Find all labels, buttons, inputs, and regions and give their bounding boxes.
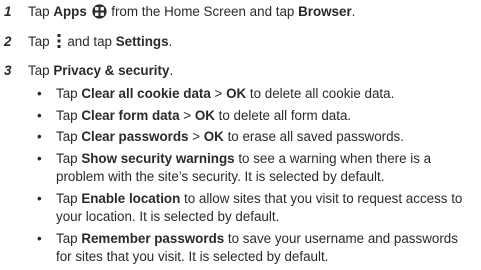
ok-label: OK — [226, 86, 247, 101]
step-number: 3 — [4, 63, 12, 78]
step-text: Tap — [28, 34, 54, 49]
item-text: to delete all cookie data. — [246, 86, 395, 101]
ok-label: OK — [194, 107, 215, 123]
privacy-security-label: Privacy & security — [53, 63, 170, 78]
step-3: 3 Tap Privacy & security. — [0, 61, 481, 81]
apps-grid-icon — [91, 4, 107, 25]
item-text: Tap — [56, 86, 82, 101]
list-item: • Tap Clear all cookie data > OK to dele… — [0, 85, 481, 104]
item-text: to delete all form data. — [214, 107, 352, 123]
item-text: Tap — [56, 230, 82, 246]
list-item: • Tap Clear form data > OK to delete all… — [0, 107, 481, 126]
item-text: Tap — [56, 190, 82, 206]
ok-label: OK — [203, 129, 224, 144]
browser-label: Browser — [298, 4, 352, 19]
remember-passwords-label: Remember passwords — [81, 230, 225, 246]
step-number: 2 — [4, 34, 12, 49]
bullet-dot: • — [37, 230, 42, 246]
instructions-page: 1 Tap Apps from the Home Screen and tap … — [0, 2, 481, 270]
step-text: Tap — [28, 63, 54, 78]
bullet-dot: • — [37, 129, 42, 144]
bullet-dot: • — [37, 86, 42, 101]
item-text: Tap — [56, 129, 82, 144]
step-text: . — [169, 63, 174, 78]
clear-form-label: Clear form data — [81, 107, 180, 123]
bullet-dot: • — [37, 107, 42, 123]
step-1: 1 Tap Apps from the Home Screen and tap … — [0, 2, 481, 25]
enable-location-label: Enable location — [81, 190, 181, 206]
step-text: . — [168, 34, 173, 49]
clear-passwords-label: Clear passwords — [81, 129, 189, 144]
bullet-dot: • — [37, 190, 42, 206]
settings-label: Settings — [115, 34, 169, 49]
item-text: to erase all saved passwords. — [223, 129, 404, 144]
step-number: 1 — [4, 4, 12, 19]
item-text: > — [179, 107, 195, 123]
item-text: > — [210, 86, 227, 101]
list-item: • Tap Show security warnings to see a wa… — [0, 150, 481, 187]
list-item: • Tap Enable location to allow sites tha… — [0, 190, 481, 227]
step-text: and tap — [67, 34, 116, 49]
clear-cookie-label: Clear all cookie data — [81, 86, 211, 101]
step-text: Tap — [28, 4, 54, 19]
list-item: • Tap Clear passwords > OK to erase all … — [0, 128, 481, 147]
list-item: • Tap Remember passwords to save your us… — [0, 230, 481, 267]
bullet-dot: • — [37, 150, 42, 166]
step-text: . — [351, 4, 356, 19]
menu-more-icon — [57, 34, 61, 54]
item-text: Tap — [56, 107, 82, 123]
step-2: 2 Tap and tap Settings. — [0, 32, 481, 54]
apps-label: Apps — [53, 4, 87, 19]
privacy-options-list: • Tap Clear all cookie data > OK to dele… — [0, 85, 481, 267]
show-security-warnings-label: Show security warnings — [81, 150, 235, 166]
step-text: from the Home Screen and tap — [107, 4, 299, 19]
item-text: Tap — [56, 150, 82, 166]
item-text: > — [188, 129, 204, 144]
